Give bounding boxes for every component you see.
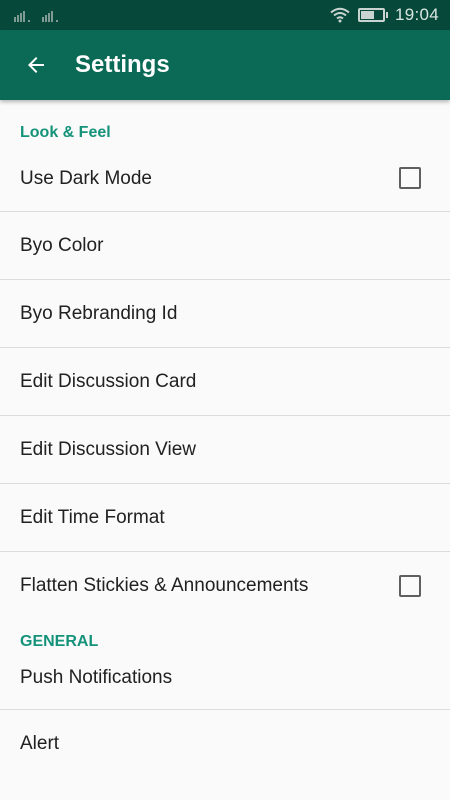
pref-alert[interactable]: Alert (0, 710, 450, 778)
battery-icon (357, 8, 388, 22)
pref-edit-time-format[interactable]: Edit Time Format (0, 484, 450, 552)
pref-byo-rebranding-id[interactable]: Byo Rebranding Id (0, 280, 450, 348)
status-time: 19:04 (394, 5, 439, 24)
arrow-left-icon (28, 57, 44, 73)
pref-edit-discussion-card[interactable]: Edit Discussion Card (0, 348, 450, 416)
signal-icon (42, 9, 58, 22)
settings-list: Look & Feel Use Dark Mode Byo Color Byo … (0, 100, 450, 800)
signal-icon (14, 9, 30, 22)
pref-use-dark-mode[interactable]: Use Dark Mode (0, 160, 450, 212)
section-header-general: GENERAL (20, 633, 99, 650)
section-header-look-and-feel: Look & Feel (20, 124, 111, 141)
status-right: 19:04 (330, 5, 439, 25)
pref-edit-discussion-view[interactable]: Edit Discussion View (0, 416, 450, 484)
pref-label: Byo Rebranding Id (20, 302, 178, 324)
pref-flatten-stickies[interactable]: Flatten Stickies & Announcements (0, 552, 450, 620)
pref-label: Edit Discussion View (20, 438, 197, 460)
pref-label: Alert (20, 733, 60, 754)
pref-push-notifications[interactable]: Push Notifications (0, 664, 450, 710)
wifi-icon (330, 7, 350, 23)
flatten-stickies-checkbox[interactable] (399, 575, 421, 597)
pref-byo-color[interactable]: Byo Color (0, 212, 450, 280)
pref-label: Edit Time Format (20, 506, 165, 528)
back-button[interactable] (12, 41, 60, 89)
page-title: Settings (75, 51, 170, 78)
pref-label: Edit Discussion Card (20, 370, 197, 392)
pref-label: Use Dark Mode (20, 168, 152, 189)
dark-mode-checkbox[interactable] (399, 167, 421, 189)
pref-label: Push Notifications (20, 667, 173, 688)
app-toolbar: Settings (0, 30, 450, 100)
pref-label: Byo Color (20, 234, 104, 256)
pref-label: Flatten Stickies & Announcements (20, 575, 309, 596)
status-bar: 19:04 (0, 0, 450, 30)
